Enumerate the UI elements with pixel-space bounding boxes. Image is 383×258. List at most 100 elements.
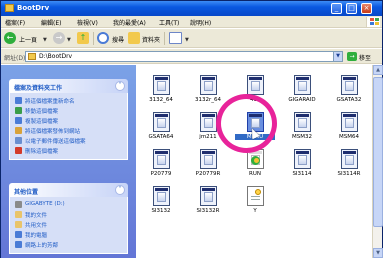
folder-window-icon xyxy=(247,75,264,95)
move-icon xyxy=(15,107,22,114)
file-task-item[interactable]: 刪除這個檔案 xyxy=(15,146,122,156)
file-task-item-label[interactable]: 刪除這個檔案 xyxy=(25,147,58,155)
network-icon xyxy=(15,241,22,248)
gear-icon xyxy=(255,189,261,195)
file-item-label: Y xyxy=(253,208,257,214)
other-place-item-label[interactable]: 我的文件 xyxy=(25,211,47,219)
file-task-item-label[interactable]: 複製這個檔案 xyxy=(25,117,58,125)
other-place-item[interactable]: 我的文件 xyxy=(15,210,122,220)
back-dropdown-icon[interactable]: ▼ xyxy=(43,37,47,43)
search-button[interactable]: 搜尋 xyxy=(112,35,124,44)
file-item[interactable]: 3132_64 xyxy=(141,75,181,109)
toolbar-separator xyxy=(164,32,165,45)
toolbar-separator xyxy=(93,32,94,45)
menu-edit[interactable]: 編輯(E) xyxy=(41,18,61,27)
other-places-title: 其他位置 xyxy=(14,189,39,196)
maximize-button[interactable]: □ xyxy=(346,3,357,14)
file-task-item[interactable]: 複製這個檔案 xyxy=(15,116,122,126)
other-place-item-label[interactable]: 我的電腦 xyxy=(25,231,47,239)
other-place-item[interactable]: GIGABYTE (D:) xyxy=(15,200,122,210)
documents-icon xyxy=(15,211,22,218)
menu-tools[interactable]: 工具(T) xyxy=(159,18,179,27)
other-place-item[interactable]: 共用文件 xyxy=(15,220,122,230)
file-item[interactable]: MSM32 xyxy=(282,112,322,146)
file-task-item-label[interactable]: 以電子郵件傳送這個檔案 xyxy=(25,137,86,145)
views-dropdown-icon[interactable]: ▼ xyxy=(185,37,189,43)
highlight-circle xyxy=(216,94,277,153)
folders-icon[interactable] xyxy=(128,32,140,44)
folder-window-icon xyxy=(200,149,217,169)
file-item[interactable]: SI3114R xyxy=(329,149,369,183)
views-icon[interactable] xyxy=(169,32,182,44)
folder-window-icon xyxy=(341,149,358,169)
file-item[interactable]: GSATA64 xyxy=(141,112,181,146)
close-button[interactable]: × xyxy=(361,3,372,14)
back-button[interactable]: 上一頁 xyxy=(19,35,37,44)
search-icon[interactable] xyxy=(97,32,109,44)
go-arrow-icon[interactable]: → xyxy=(347,52,357,61)
folder-window-icon xyxy=(153,112,170,132)
file-task-item[interactable]: 以電子郵件傳送這個檔案 xyxy=(15,136,122,146)
file-task-item-label[interactable]: 移動這個檔案 xyxy=(25,107,58,115)
other-place-item-label[interactable]: GIGABYTE (D:) xyxy=(25,201,65,207)
file-item-label: RUN xyxy=(249,171,261,177)
address-field[interactable]: D:\BootDrv ▼ xyxy=(25,51,343,62)
scroll-thumb[interactable] xyxy=(373,77,383,227)
file-item-label: GSATA32 xyxy=(336,97,362,103)
file-item[interactable]: SI3114 xyxy=(282,149,322,183)
file-task-item[interactable]: 將這個檔案重新命名 xyxy=(15,96,122,106)
other-place-item-label[interactable]: 共用文件 xyxy=(25,221,47,229)
back-arrow-icon[interactable]: ← xyxy=(4,32,16,44)
file-item[interactable]: MSM64 xyxy=(329,112,369,146)
forward-arrow-icon[interactable]: → xyxy=(53,32,65,44)
forward-dropdown-icon[interactable]: ▼ xyxy=(67,37,71,43)
other-places-panel: 其他位置 ˄ GIGABYTE (D:) 我的文件共用文件我的電腦網路上的芳鄰 xyxy=(9,183,128,254)
toolbar: ← 上一頁 ▼ → ▼ ↑ 搜尋 資料夾 ▼ xyxy=(1,29,382,48)
file-item-label: SI3132 xyxy=(151,208,171,214)
address-path[interactable]: D:\BootDrv xyxy=(39,53,72,60)
collapse-chevron-icon[interactable]: ˄ xyxy=(115,185,125,195)
file-item[interactable]: SI3132R xyxy=(188,186,228,220)
other-place-item[interactable]: 網路上的芳鄰 xyxy=(15,240,122,250)
menu-favorites[interactable]: 我的最愛(A) xyxy=(113,18,146,27)
file-tasks-panel: 檔案及資料夾工作 ˄ 將這個檔案重新命名 移動這個檔案 複製這個檔案將這個檔案發佈到… xyxy=(9,79,128,160)
folder-window-icon xyxy=(153,149,170,169)
folders-button[interactable]: 資料夾 xyxy=(142,35,160,44)
other-place-item-label[interactable]: 網路上的芳鄰 xyxy=(25,241,58,249)
other-places-header[interactable]: 其他位置 ˄ xyxy=(9,183,128,197)
menu-help[interactable]: 說明(H) xyxy=(190,18,211,27)
folder-window-icon xyxy=(153,186,170,206)
folder-window-icon xyxy=(200,186,217,206)
file-task-item[interactable]: 移動這個檔案 xyxy=(15,106,122,116)
file-item[interactable]: RUN xyxy=(235,149,275,183)
up-folder-icon[interactable]: ↑ xyxy=(77,32,89,44)
file-item-label: MSM32 xyxy=(292,134,312,140)
file-task-item-label[interactable]: 將這個檔案發佈到網站 xyxy=(25,127,80,135)
file-item[interactable]: P20779R xyxy=(188,149,228,183)
minimize-button[interactable]: _ xyxy=(331,3,342,14)
address-bar: 網址(D) D:\BootDrv ▼ → 移至 xyxy=(1,49,382,64)
scroll-down-button[interactable]: ▼ xyxy=(373,248,383,258)
collapse-chevron-icon[interactable]: ˄ xyxy=(115,81,125,91)
other-place-item[interactable]: 我的電腦 xyxy=(15,230,122,240)
go-button[interactable]: 移至 xyxy=(359,53,371,62)
file-task-item-label[interactable]: 將這個檔案重新命名 xyxy=(25,97,75,105)
file-item[interactable]: SI3132 xyxy=(141,186,181,220)
file-item-label: 3132_64 xyxy=(149,97,173,103)
file-item-label: MSM64 xyxy=(339,134,359,140)
file-task-item[interactable]: 將這個檔案發佈到網站 xyxy=(15,126,122,136)
menu-file[interactable]: 檔案(F) xyxy=(5,18,25,27)
file-item[interactable]: GSATA32 xyxy=(329,75,369,109)
file-item[interactable]: P20779 xyxy=(141,149,181,183)
file-item-label: GIGARAID xyxy=(288,97,316,103)
file-item[interactable]: Y xyxy=(235,186,275,220)
scroll-up-button[interactable]: ▲ xyxy=(373,65,383,75)
file-tasks-title: 檔案及資料夾工作 xyxy=(14,85,63,92)
title-bar[interactable]: BootDrv _ □ × xyxy=(1,1,382,16)
vertical-scrollbar[interactable]: ▲ ▼ xyxy=(372,65,383,258)
address-dropdown-icon[interactable]: ▼ xyxy=(333,52,342,61)
menu-view[interactable]: 檢視(V) xyxy=(77,18,98,27)
file-item[interactable]: GIGARAID xyxy=(282,75,322,109)
file-tasks-header[interactable]: 檔案及資料夾工作 ˄ xyxy=(9,79,128,93)
file-item-label: SI3132R xyxy=(196,208,220,214)
